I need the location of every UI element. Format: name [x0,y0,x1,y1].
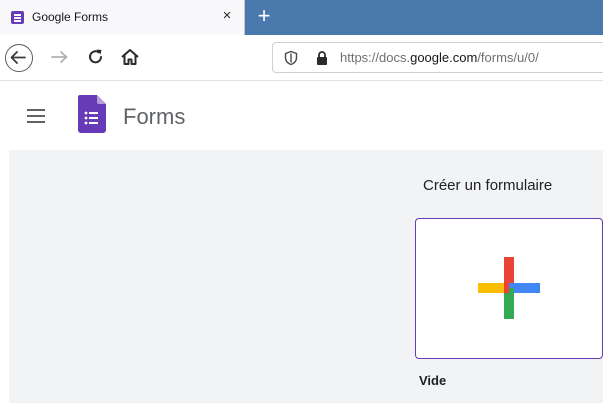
app-title[interactable]: Forms [123,104,185,130]
google-forms-favicon-icon [11,11,24,24]
reload-icon[interactable] [84,45,108,69]
browser-tab-strip: Google Forms × + [0,0,603,35]
multicolor-plus-icon [478,257,540,319]
browser-nav-bar: https://docs.google.com/forms/u/0/ [0,35,603,81]
template-gallery: Créer un formulaire Vide [9,150,603,403]
url-bar[interactable]: https://docs.google.com/forms/u/0/ [272,42,603,73]
home-icon[interactable] [118,45,142,69]
new-tab-button[interactable]: + [252,3,276,29]
tracking-protection-shield-icon[interactable] [283,50,299,71]
back-arrow-icon[interactable] [5,44,33,72]
blank-form-card[interactable] [415,218,603,359]
app-header: Forms [0,82,603,150]
section-title: Créer un formulaire [423,177,553,194]
close-tab-icon[interactable]: × [218,7,236,24]
browser-tab-google-forms[interactable]: Google Forms × [0,0,245,35]
forward-arrow-icon[interactable] [48,45,72,69]
url-text: https://docs.google.com/forms/u/0/ [340,50,539,65]
hamburger-menu-icon[interactable] [27,109,45,123]
blank-form-label[interactable]: Vide [419,373,446,388]
tab-title: Google Forms [32,10,109,24]
lock-icon[interactable] [315,50,329,71]
google-forms-logo-icon[interactable] [78,95,106,133]
